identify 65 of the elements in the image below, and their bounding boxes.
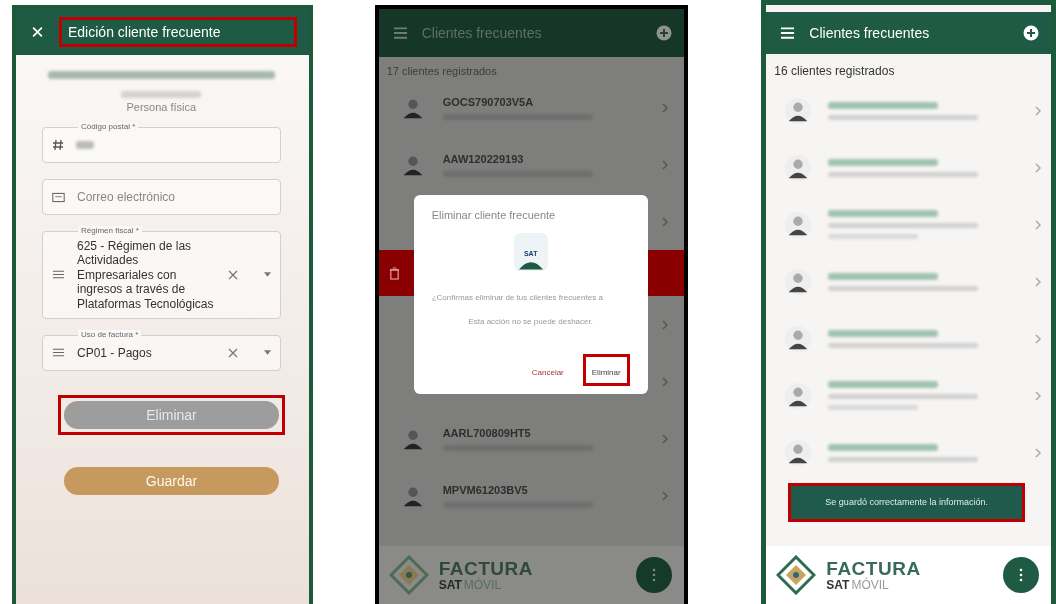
client-rfc-text: AARL700809HT5 <box>442 426 532 439</box>
brand-subtitle-bold: SAT <box>438 577 462 592</box>
dropdown-caret-icon[interactable] <box>263 350 271 356</box>
add-icon[interactable] <box>1023 25 1039 41</box>
client-rfc-text: GOCS790703V5A <box>442 95 535 108</box>
dropdown-caret-icon[interactable] <box>263 272 271 278</box>
chevron-right-icon <box>1035 105 1041 116</box>
avatar-icon <box>784 96 813 125</box>
trash-icon[interactable] <box>388 266 400 280</box>
client-rfc-text: AAW120229193 <box>442 152 525 165</box>
input-field[interactable]: Uso de factura * CP01 - Pagos <box>42 328 281 371</box>
brand-subtitle-bold: SAT <box>826 577 850 592</box>
chevron-right-icon <box>1035 333 1041 344</box>
dialog-button[interactable]: Cancelar <box>527 366 568 380</box>
chevron-right-icon <box>1035 219 1041 230</box>
avatar-icon <box>784 324 813 353</box>
brand-title: FACTURA <box>438 558 534 578</box>
add-icon[interactable] <box>656 25 673 41</box>
snackbar-message: Se guardó correctamente la información. <box>791 486 1022 519</box>
chevron-right-icon <box>662 376 669 387</box>
avatar-icon <box>784 381 813 410</box>
dialog-message: ¿Confirmas eliminar de tus clientes frecuentes a <box>431 293 604 304</box>
dialog-button[interactable]: Eliminar <box>587 366 625 380</box>
chevron-right-icon <box>1035 162 1041 173</box>
chevron-right-icon <box>662 490 669 501</box>
close-icon[interactable] <box>30 25 45 39</box>
chevron-right-icon <box>662 159 669 170</box>
chevron-right-icon <box>662 216 669 227</box>
clear-icon[interactable] <box>227 347 238 358</box>
screen-title: Edición cliente frecuente <box>68 24 221 40</box>
avatar-icon <box>784 153 813 182</box>
chevron-right-icon <box>1035 276 1041 287</box>
avatar-icon <box>784 267 813 296</box>
screen-title: Clientes frecuentes <box>421 25 543 41</box>
person-type-text: Persona física <box>126 101 197 113</box>
more-icon <box>652 568 657 582</box>
avatar-icon <box>784 438 813 467</box>
input-field[interactable]: Código postal * <box>42 121 281 163</box>
more-icon <box>1019 568 1023 582</box>
input-field[interactable]: Correo electrónico <box>42 173 281 215</box>
chevron-right-icon <box>1035 447 1041 458</box>
more-button[interactable] <box>1003 557 1039 593</box>
chevron-right-icon <box>662 433 669 444</box>
pattern-logo-icon <box>776 555 817 595</box>
chevron-right-icon <box>1035 390 1041 401</box>
brand-subtitle: MÓVIL <box>851 577 889 592</box>
more-button[interactable] <box>636 557 673 593</box>
list-icon <box>52 347 65 359</box>
list-icon <box>52 269 65 281</box>
chevron-right-icon <box>662 319 669 330</box>
avatar-icon <box>784 210 813 239</box>
hash-icon <box>52 139 64 151</box>
mail-icon <box>52 191 65 203</box>
client-count-text: 17 clientes registrados <box>385 64 498 79</box>
redacted-text <box>76 141 94 149</box>
pattern-logo-icon <box>388 555 429 595</box>
client-count-text: 16 clientes registrados <box>773 63 896 80</box>
chevron-right-icon <box>662 102 669 113</box>
screen-title: Clientes frecuentes <box>809 25 931 41</box>
clear-icon[interactable] <box>227 269 238 280</box>
brand-title: FACTURA <box>826 558 922 578</box>
client-rfc-text: MPVM61203BV5 <box>442 483 529 496</box>
dialog-title: Eliminar cliente frecuente <box>431 209 556 221</box>
input-field[interactable]: Régimen fiscal * 625 - Régimen de las Actividades Empresariales con ingresos a través de Plataformas Tecnológicas <box>42 225 281 319</box>
dialog-note: Esta acción no se puede deshacer. <box>468 317 593 327</box>
